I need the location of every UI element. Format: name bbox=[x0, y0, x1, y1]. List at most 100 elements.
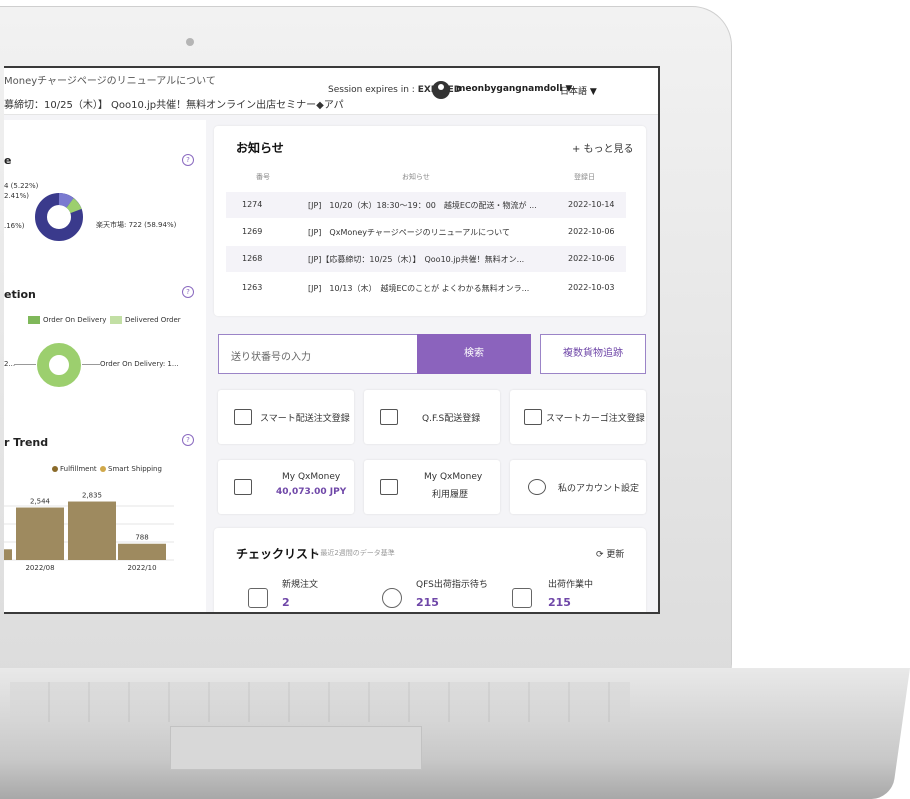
donut-slice-minor bbox=[66, 198, 82, 214]
notice-ticker-2[interactable]: 募締切：10/25（木）】 Qoo10.jp共催！無料オンライン出店セミナー◆ア… bbox=[4, 96, 344, 111]
truck-icon bbox=[234, 409, 252, 425]
notice-ticker-1[interactable]: Moneyチャージページのリニューアルについて bbox=[4, 72, 216, 87]
donut-right-label: Order On Delivery: 1... bbox=[100, 360, 179, 368]
checklist-label[interactable]: 出荷作業中 bbox=[548, 577, 593, 590]
notice-row[interactable]: 1269 [JP] QxMoneyチャージページのリニューアルについて 2022… bbox=[226, 219, 626, 245]
widget2-title: etion bbox=[4, 288, 36, 301]
x-tick-label: 2022/10 bbox=[127, 564, 156, 572]
donut-main-label: 楽天市場: 722 (58.94%) bbox=[96, 221, 177, 229]
qfs-order-label: Q.F.S配送登録 bbox=[422, 414, 481, 424]
bar[interactable] bbox=[16, 507, 64, 560]
leader-line bbox=[14, 364, 36, 365]
new-order-icon bbox=[248, 588, 268, 608]
screen: Moneyチャージページのリニューアルについて 募締切：10/25（木）】 Qo… bbox=[4, 66, 660, 614]
checklist-value[interactable]: 2 bbox=[282, 596, 290, 609]
donut-left-label: 2... bbox=[4, 360, 16, 368]
trackpad bbox=[170, 726, 422, 770]
legend-swatch bbox=[28, 316, 40, 324]
help-icon[interactable]: ? bbox=[182, 434, 194, 446]
notice-row[interactable]: 1268 [JP]【応募締切：10/25（木）】 Qoo10.jp共催！無料オン… bbox=[226, 246, 626, 272]
keyboard bbox=[10, 682, 630, 722]
notice-text: [JP] QxMoneyチャージページのリニューアルについて bbox=[308, 228, 510, 237]
camera-icon bbox=[186, 38, 194, 46]
legend-item: Smart Shipping bbox=[108, 465, 162, 473]
ship-icon bbox=[524, 409, 542, 425]
notice-date: 2022-10-06 bbox=[568, 227, 615, 236]
session-label: Session expires in : bbox=[328, 85, 415, 95]
notice-date: 2022-10-03 bbox=[568, 283, 615, 292]
col-notice: お知らせ bbox=[402, 173, 430, 181]
box-icon bbox=[380, 409, 398, 425]
qxmoney-history-tile[interactable]: My QxMoney 利用履歴 bbox=[364, 460, 500, 514]
checklist-label[interactable]: QFS出荷指示待ち bbox=[416, 577, 488, 590]
notice-date: 2022-10-14 bbox=[568, 200, 615, 209]
refresh-button[interactable]: ⟳ 更新 bbox=[596, 547, 624, 560]
user-menu[interactable]: meonbygangnamdoll ▼ bbox=[456, 84, 572, 94]
language-select[interactable]: 日本語 ▼ bbox=[560, 84, 597, 97]
qxmoney-balance: 40,073.00 JPY bbox=[276, 487, 347, 497]
account-settings-tile[interactable]: 私のアカウント設定 bbox=[510, 460, 646, 514]
checklist-value[interactable]: 215 bbox=[548, 596, 571, 609]
tracking-number-input[interactable]: 送り状番号の入力 bbox=[218, 334, 419, 374]
legend-dot bbox=[100, 466, 106, 472]
notice-row[interactable]: 1274 [JP] 10/20（木）18:30～19：00 越境ECの配送・物流… bbox=[226, 192, 626, 218]
legend-item: Fulfillment bbox=[60, 465, 97, 473]
more-link[interactable]: + もっと見る bbox=[572, 140, 634, 155]
order-donut-chart bbox=[37, 343, 81, 387]
leader-line bbox=[82, 364, 100, 365]
legend-swatch bbox=[110, 316, 122, 324]
notice-text: [JP] 10/13（木） 越境ECのことが よくわかる無料オンラ... bbox=[308, 284, 530, 293]
clock-icon bbox=[382, 588, 402, 608]
left-widgets: e ? 4 (5.22%) 2.41%) .16%) 楽天市場: 722 (58… bbox=[4, 120, 206, 612]
checklist-value[interactable]: 215 bbox=[416, 596, 439, 609]
help-icon[interactable]: ? bbox=[182, 286, 194, 298]
legend-line: .16%) bbox=[4, 222, 25, 230]
cargo-order-label: スマートカーゴ注文登録 bbox=[546, 414, 645, 424]
tracking-placeholder: 送り状番号の入力 bbox=[231, 352, 311, 363]
package-icon bbox=[512, 588, 532, 608]
top-bar: Moneyチャージページのリニューアルについて 募締切：10/25（木）】 Qo… bbox=[4, 68, 658, 115]
checklist-label[interactable]: 新規注文 bbox=[282, 577, 318, 590]
qxmoney-tile[interactable]: My QxMoney 40,073.00 JPY bbox=[218, 460, 354, 514]
bar[interactable] bbox=[4, 549, 12, 560]
x-tick-label: 2022/08 bbox=[25, 564, 54, 572]
trend-bar-chart: 2,544 2022/08 2,835 788 2022/10 bbox=[4, 492, 174, 572]
refresh-label: 更新 bbox=[606, 550, 625, 560]
checklist-subtitle: • 最近2週間のデータ基準 bbox=[314, 549, 395, 557]
multi-tracking-button[interactable]: 複数貨物追跡 bbox=[540, 334, 646, 374]
smart-order-tile[interactable]: スマート配送注文登録 bbox=[218, 390, 354, 444]
donut-slice-minor bbox=[58, 193, 74, 208]
col-no: 番号 bbox=[256, 173, 270, 181]
search-button[interactable]: 検索 bbox=[417, 334, 531, 374]
checklist-title: チェックリスト bbox=[236, 547, 321, 561]
widget1-title: e bbox=[4, 154, 12, 167]
notice-text: [JP]【応募締切：10/25（木）】 Qoo10.jp共催！無料オン... bbox=[308, 255, 525, 264]
legend-item: Delivered Order bbox=[125, 316, 181, 324]
notice-row[interactable]: 1263 [JP] 10/13（木） 越境ECのことが よくわかる無料オンラ..… bbox=[226, 275, 626, 301]
wallet-icon bbox=[234, 479, 252, 495]
gear-icon bbox=[528, 479, 546, 495]
notice-no: 1269 bbox=[242, 227, 263, 236]
donut-slice bbox=[37, 343, 81, 387]
notice-text: [JP] 10/20（木）18:30～19：00 越境ECの配送・物流が ... bbox=[308, 201, 537, 210]
receipt-icon bbox=[380, 479, 398, 495]
notice-date: 2022-10-06 bbox=[568, 254, 615, 263]
avatar-icon[interactable] bbox=[432, 81, 450, 99]
bar[interactable] bbox=[118, 543, 166, 560]
notice-no: 1263 bbox=[242, 283, 263, 292]
notice-title: お知らせ bbox=[236, 141, 284, 155]
legend-dot bbox=[52, 466, 58, 472]
qxmoney-history-label: My QxMoney bbox=[424, 472, 483, 482]
cargo-order-tile[interactable]: スマートカーゴ注文登録 bbox=[510, 390, 646, 444]
qfs-order-tile[interactable]: Q.F.S配送登録 bbox=[364, 390, 500, 444]
notice-no: 1274 bbox=[242, 200, 263, 209]
account-settings-label: 私のアカウント設定 bbox=[558, 484, 640, 494]
help-icon[interactable]: ? bbox=[182, 154, 194, 166]
col-date: 登録日 bbox=[574, 173, 595, 181]
legend-line: 2.41%) bbox=[4, 192, 29, 200]
notice-no: 1268 bbox=[242, 254, 263, 263]
widget3-title: r Trend bbox=[4, 436, 49, 449]
bar[interactable] bbox=[68, 501, 116, 560]
bar-data-label: 2,835 bbox=[82, 492, 102, 500]
share-donut-chart bbox=[35, 193, 83, 241]
